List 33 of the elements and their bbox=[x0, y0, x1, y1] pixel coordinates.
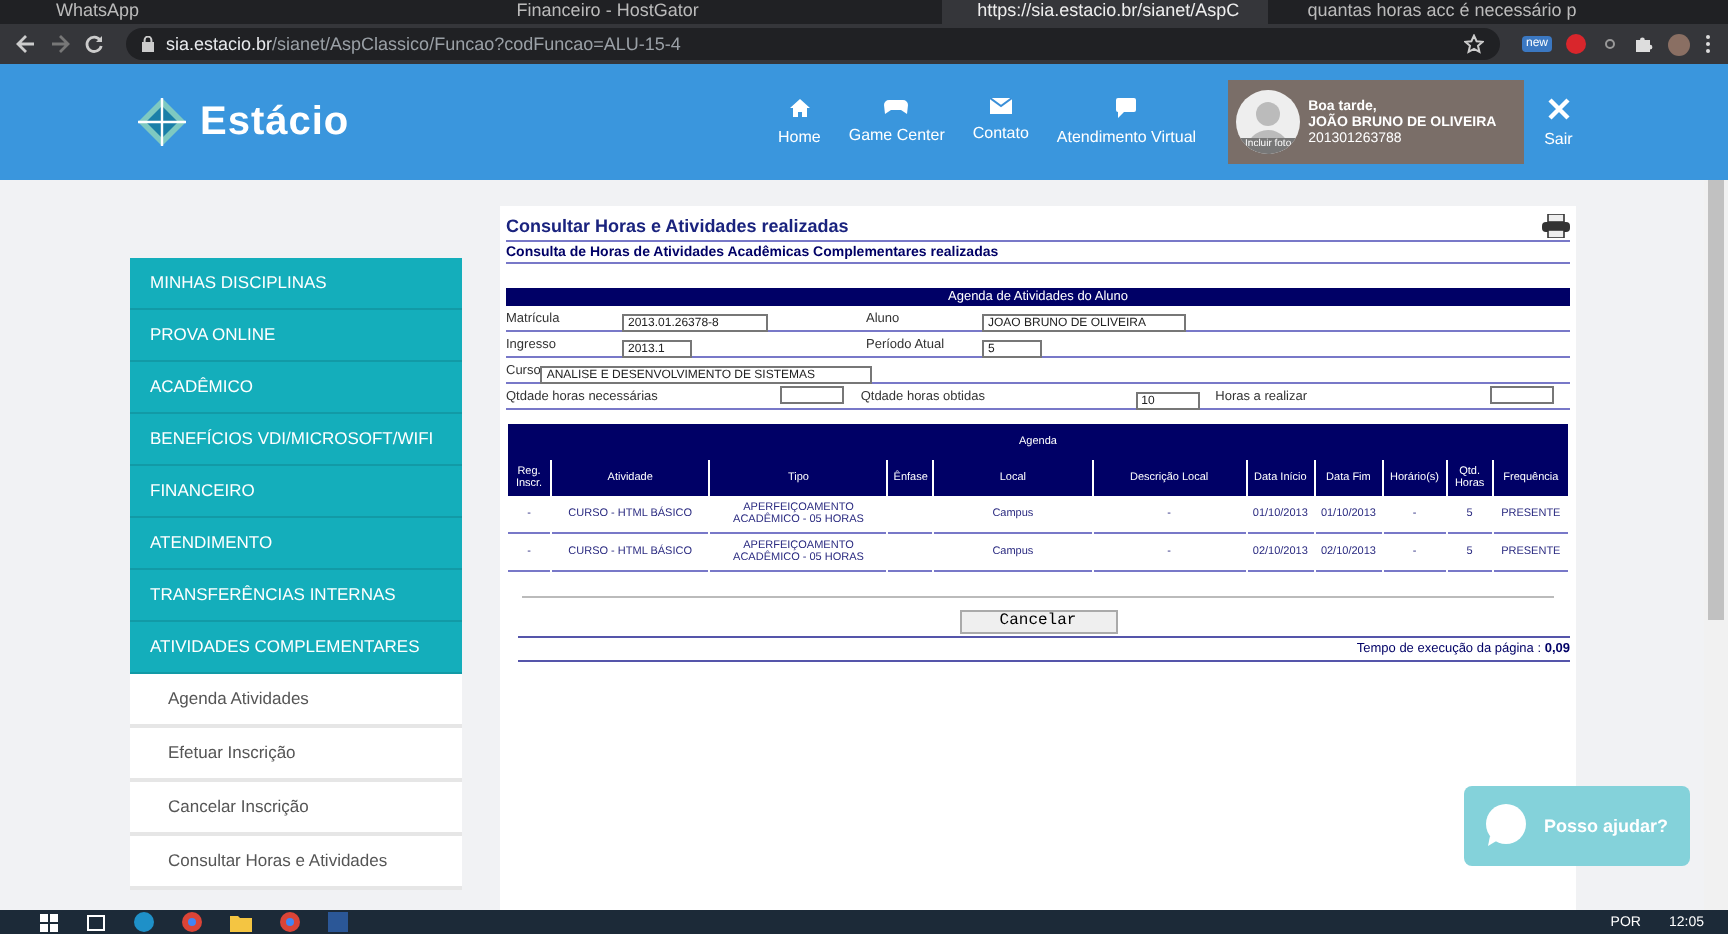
text-field[interactable] bbox=[780, 386, 845, 404]
browser-tab[interactable]: Financeiro - HostGator bbox=[480, 0, 938, 24]
lock-icon bbox=[142, 36, 154, 52]
home-icon bbox=[789, 98, 810, 118]
browser-tab[interactable]: WhatsApp bbox=[20, 0, 477, 24]
folder-icon[interactable] bbox=[230, 913, 252, 931]
sidebar-subitem[interactable]: Efetuar Inscrição bbox=[130, 728, 462, 782]
profile-avatar-icon[interactable] bbox=[1668, 33, 1690, 55]
puzzle-icon[interactable] bbox=[1634, 34, 1654, 54]
task-view-icon[interactable] bbox=[86, 913, 106, 931]
star-icon[interactable] bbox=[1463, 34, 1484, 54]
speech-bubble-icon bbox=[1484, 804, 1528, 848]
close-icon bbox=[1547, 97, 1570, 119]
back-icon[interactable] bbox=[16, 34, 36, 54]
browser-tab[interactable]: https://sia.estacio.br/sianet/AspC bbox=[941, 0, 1268, 24]
envelope-icon bbox=[989, 98, 1012, 114]
browser-tab[interactable]: quantas horas acc é necessário p bbox=[1271, 0, 1728, 24]
printer-icon[interactable] bbox=[1542, 214, 1570, 238]
scrollbar-thumb[interactable] bbox=[1708, 180, 1724, 620]
chat-icon bbox=[1116, 98, 1137, 118]
page-title: Consultar Horas e Atividades realizadas bbox=[506, 216, 849, 236]
address-bar[interactable]: sia.estacio.br/sianet/AspClassico/Funcao?codFuncao=ALU-15-4 bbox=[126, 28, 1500, 60]
logo-text: Estácio bbox=[200, 99, 350, 145]
sidebar-subitem[interactable]: Consultar Horas e Atividades bbox=[130, 836, 462, 890]
windows-icon[interactable] bbox=[40, 913, 58, 931]
reload-icon[interactable] bbox=[84, 34, 104, 54]
more-icon[interactable] bbox=[1704, 34, 1712, 54]
sidebar-subitem[interactable]: Agenda Atividades bbox=[130, 674, 462, 728]
forward-icon[interactable] bbox=[50, 34, 70, 54]
text-field[interactable] bbox=[1489, 386, 1554, 404]
sidebar-subitem[interactable]: Cancelar Inscrição bbox=[130, 782, 462, 836]
cancel-button[interactable]: Cancelar bbox=[959, 610, 1117, 634]
logo-icon bbox=[136, 96, 188, 148]
